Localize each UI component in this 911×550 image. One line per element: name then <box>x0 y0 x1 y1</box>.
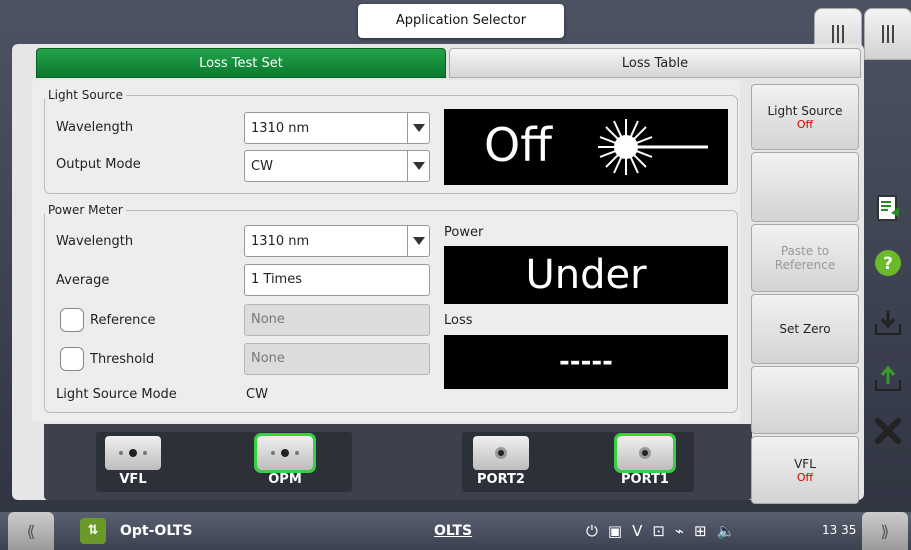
chevron-down-icon <box>407 113 429 143</box>
light-source-button-status: Off <box>796 117 814 131</box>
light-source-button-label: Light Source <box>767 103 843 118</box>
light-source-legend: Light Source <box>48 88 123 102</box>
light-source-mode-label: Light Source Mode <box>56 387 177 402</box>
tab-loss-table[interactable]: Loss Table <box>449 48 861 78</box>
mode-label[interactable]: OLTS <box>434 523 472 539</box>
port-port1[interactable]: PORT1 <box>612 432 678 492</box>
terminal-icon: ⊡ <box>652 522 665 540</box>
connector-icon <box>105 436 161 470</box>
light-burst-icon <box>598 119 708 175</box>
close-button[interactable] <box>866 408 910 454</box>
ls-wavelength-value: 1310 nm <box>251 120 310 136</box>
threshold-checkbox[interactable] <box>60 347 84 371</box>
help-icon: ? <box>875 250 901 276</box>
vnc-icon: V <box>632 522 643 540</box>
port-name: OPM <box>268 472 302 487</box>
app-name[interactable]: Opt-OLTS <box>120 523 193 539</box>
left-panel-toggle[interactable]: ⟪ <box>8 512 54 550</box>
report-button[interactable] <box>866 185 910 231</box>
empty-side-button-2[interactable] <box>751 366 859 434</box>
menu-bars-icon <box>882 25 894 43</box>
chevron-down-icon <box>407 226 429 256</box>
reference-checkbox[interactable] <box>60 308 84 332</box>
output-mode-value: CW <box>251 158 273 174</box>
light-source-button[interactable]: Light Source Off <box>751 84 859 150</box>
save-icon <box>875 365 901 391</box>
power-label: Power <box>444 225 484 240</box>
port-selector-bar: VFL OPM PORT2 PORT1 <box>44 424 752 500</box>
light-source-status: Off <box>484 118 552 172</box>
port-port2[interactable]: PORT2 <box>468 432 534 492</box>
paste-to-reference-button[interactable]: Paste to Reference <box>751 224 859 292</box>
paste-to-reference-label: Paste to Reference <box>774 244 836 272</box>
loss-display: ----- <box>444 335 728 389</box>
load-button[interactable] <box>866 300 910 346</box>
connector-icon <box>614 433 676 473</box>
right-panel-toggle[interactable]: ⟫ <box>862 512 908 550</box>
connector-icon <box>473 436 529 470</box>
connector-icon <box>254 433 316 473</box>
volume-icon[interactable]: 🔈 <box>717 522 736 540</box>
port-group-right: PORT2 PORT1 <box>462 432 694 492</box>
clock: 13 35 <box>822 523 857 537</box>
application-selector-button[interactable]: Application Selector <box>358 4 564 38</box>
pm-wavelength-value: 1310 nm <box>251 233 310 249</box>
output-mode-dropdown[interactable]: CW <box>244 150 430 182</box>
close-icon <box>875 418 901 444</box>
port-name: PORT2 <box>477 472 525 487</box>
pm-wavelength-dropdown[interactable]: 1310 nm <box>244 225 430 257</box>
chevron-down-icon <box>407 151 429 181</box>
port-name: PORT1 <box>621 472 669 487</box>
power-plug-icon: ⏻ <box>586 522 598 540</box>
empty-side-button-1[interactable] <box>751 152 859 222</box>
vfl-button-label: VFL <box>794 456 816 471</box>
power-display: Under <box>444 246 728 304</box>
app-switch-icon[interactable]: ⇅ <box>80 518 106 544</box>
report-icon <box>877 195 899 221</box>
port-name: VFL <box>119 472 147 487</box>
light-source-display: Off <box>444 109 728 185</box>
set-zero-label: Set Zero <box>779 322 831 336</box>
network-off-icon: ⊞ <box>693 522 707 540</box>
threshold-input[interactable]: None <box>244 343 430 375</box>
save-button[interactable] <box>866 356 910 402</box>
vfl-button[interactable]: VFL Off <box>751 436 859 504</box>
reference-input[interactable]: None <box>244 304 430 336</box>
usb-disconnected-icon: ▣ <box>607 522 623 540</box>
pm-wavelength-label: Wavelength <box>56 234 134 249</box>
help-button[interactable]: ? <box>866 240 910 286</box>
average-label: Average <box>56 273 110 288</box>
ls-wavelength-dropdown[interactable]: 1310 nm <box>244 112 430 144</box>
port-group-left: VFL OPM <box>96 432 352 492</box>
light-source-mode-value: CW <box>246 387 268 402</box>
reference-label: Reference <box>90 313 156 328</box>
port-opm[interactable]: OPM <box>252 432 318 492</box>
loss-label: Loss <box>444 313 473 328</box>
power-meter-legend: Power Meter <box>48 203 123 217</box>
average-input[interactable]: 1 Times <box>244 264 430 296</box>
load-icon <box>875 311 901 335</box>
svg-text:?: ? <box>883 254 893 274</box>
taskbar: ⟪ ⇅ Opt-OLTS OLTS ⏻ ▣ V ⊡ ⌁ ⊞ 🔈 13 35 ⟫ <box>0 512 911 550</box>
menu-bars-icon <box>832 25 844 43</box>
threshold-label: Threshold <box>90 352 155 367</box>
double-chevron-right-icon: ⟫ <box>880 521 890 541</box>
set-zero-button[interactable]: Set Zero <box>751 294 859 364</box>
panel-menu-button-2[interactable] <box>864 8 911 60</box>
vfl-button-status: Off <box>796 470 814 484</box>
wifi-off-icon: ⌁ <box>674 522 684 540</box>
tab-loss-test-set[interactable]: Loss Test Set <box>36 48 446 78</box>
double-chevron-left-icon: ⟪ <box>26 521 36 541</box>
output-mode-label: Output Mode <box>56 157 141 172</box>
ls-wavelength-label: Wavelength <box>56 120 134 135</box>
port-vfl[interactable]: VFL <box>100 432 166 492</box>
